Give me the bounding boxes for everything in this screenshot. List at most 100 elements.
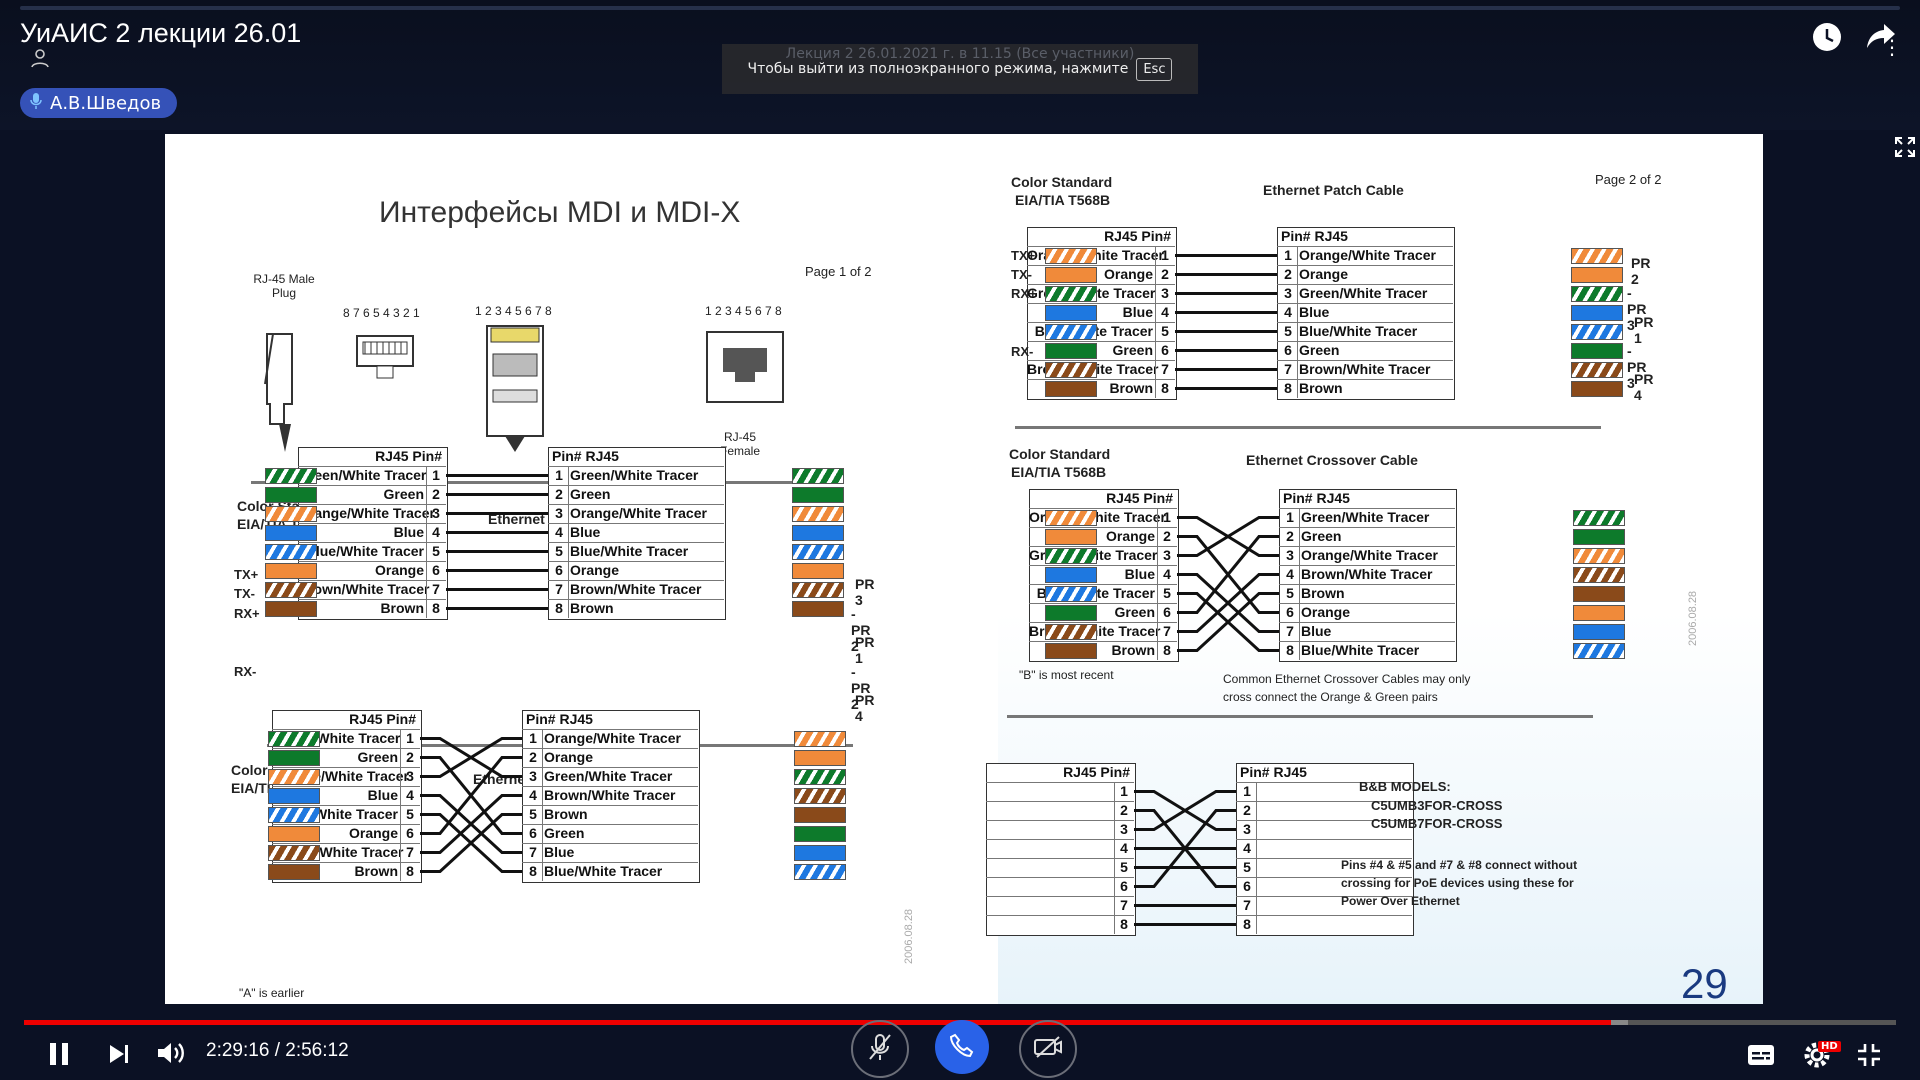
- standard-b-cross-label: EIA/TIA T568B: [1011, 464, 1107, 480]
- clock-icon[interactable]: [1812, 22, 1842, 56]
- wire-swatch-left: [1045, 286, 1097, 302]
- left-pin-number: 1: [406, 730, 414, 746]
- pin-col-sep: [400, 748, 401, 767]
- plug-label: RJ-45 Male Plug: [253, 272, 315, 300]
- next-icon[interactable]: [108, 1044, 130, 1068]
- right-pin-color: Orange/White Tracer: [544, 730, 681, 746]
- pin-col-sep: [426, 599, 427, 618]
- wire-swatch-right: [792, 525, 844, 541]
- table-header-right: Pin# RJ45: [1283, 490, 1350, 506]
- wire-swatch-right: [1573, 548, 1625, 564]
- camera-off-button[interactable]: [1019, 1020, 1077, 1078]
- pin-col-sep: [1157, 641, 1158, 660]
- call-button[interactable]: [935, 1020, 989, 1074]
- pin-col-sep: [1155, 246, 1156, 265]
- pin-col-sep: [426, 542, 427, 561]
- pin-col-sep: [1299, 546, 1300, 565]
- right-pin-number: 4: [1286, 566, 1294, 582]
- pin-col-sep: [400, 786, 401, 805]
- wire-swatch-left: [268, 788, 320, 804]
- pin-col-sep: [568, 542, 569, 561]
- time-separator: /: [274, 1040, 280, 1061]
- time-display: 2:29:16 / 2:56:12: [206, 1040, 349, 1062]
- wire-swatch-right: [1573, 605, 1625, 621]
- right-pin-number: 5: [1286, 585, 1294, 601]
- wire-swatch-right: [1571, 305, 1623, 321]
- current-time: 2:29:16: [206, 1040, 270, 1061]
- wire-swatch-right: [794, 731, 846, 747]
- right-pin-number: 8: [1243, 916, 1251, 932]
- left-pin-number: 4: [406, 787, 414, 803]
- pin-col-sep: [1299, 584, 1300, 603]
- wire-swatch-left: [1045, 548, 1097, 564]
- pin-col-sep: [1256, 839, 1257, 858]
- wire-swatch-left: [268, 864, 320, 880]
- wire-swatch-left: [1045, 529, 1097, 545]
- left-pin-number: 5: [432, 543, 440, 559]
- wire-swatch-right: [794, 864, 846, 880]
- progress-fill[interactable]: [24, 1020, 1612, 1025]
- rj45-plug-side-illustration: [264, 333, 293, 452]
- esc-key: Esc: [1136, 57, 1173, 81]
- mic-off-button[interactable]: [851, 1020, 909, 1078]
- more-icon[interactable]: ⋮: [1882, 37, 1902, 57]
- wire-swatch-right: [1573, 586, 1625, 602]
- camera-off-icon: [1033, 1035, 1063, 1063]
- right-pin-color: Green/White Tracer: [1299, 285, 1428, 301]
- right-pin-number: 4: [555, 524, 563, 540]
- right-pin-number: 7: [555, 581, 563, 597]
- call-icon: [949, 1032, 975, 1062]
- left-pin-number: 5: [1120, 859, 1128, 875]
- right-pin-color: Green: [1301, 528, 1342, 544]
- pause-icon[interactable]: [48, 1042, 70, 1070]
- pin-col-sep: [1114, 820, 1115, 839]
- standard-b-label: EIA/TIA T568B: [1015, 192, 1111, 208]
- speaker-chip[interactable]: А.В.Шведов: [20, 88, 178, 118]
- pin-col-sep: [400, 767, 401, 786]
- exit-fullscreen-icon[interactable]: [1856, 1042, 1882, 1072]
- right-pin-number: 3: [529, 768, 537, 784]
- pin-col-sep: [1155, 379, 1156, 398]
- right-pin-color: Blue: [570, 524, 601, 540]
- wire-swatch-right: [794, 826, 846, 842]
- expand-icon[interactable]: [1894, 136, 1916, 162]
- pin-col-sep: [542, 843, 543, 862]
- wire-swatch-left: [268, 826, 320, 842]
- pin-col-sep: [1297, 265, 1298, 284]
- pin-col-sep: [1114, 915, 1115, 934]
- presentation-slide: Интерфейсы MDI и MDI-X Page 1 of 2 RJ-45…: [165, 134, 1763, 1004]
- right-pin-number: 5: [529, 806, 537, 822]
- date-stamp-right: 2006.08.28: [1687, 590, 1699, 646]
- wire-swatch-right: [792, 506, 844, 522]
- hd-badge: HD: [1818, 1041, 1841, 1052]
- right-pin-color: Brown/White Tracer: [1301, 566, 1433, 582]
- volume-icon[interactable]: [156, 1040, 186, 1070]
- right-pin-number: 7: [1284, 361, 1292, 377]
- left-pin-number: 1: [432, 467, 440, 483]
- left-pin-number: 3: [1161, 285, 1169, 301]
- pin-col-sep: [1157, 584, 1158, 603]
- right-pin-color: Blue/White Tracer: [570, 543, 689, 559]
- captions-icon[interactable]: [1747, 1044, 1775, 1070]
- right-pin-color: Green: [544, 825, 585, 841]
- pin-col-sep: [1297, 379, 1298, 398]
- signal-label-rxp: RX+: [1011, 286, 1037, 301]
- right-pin-color: Brown/White Tracer: [544, 787, 676, 803]
- left-pin-number: 1: [1120, 783, 1128, 799]
- table-header-left: RJ45 Pin#: [375, 448, 442, 464]
- left-pin-number: 4: [1163, 566, 1171, 582]
- table-row-divider: [986, 820, 1134, 821]
- user-icon[interactable]: [30, 48, 50, 72]
- wire-swatch-right: [794, 845, 846, 861]
- table-row-divider: [1236, 839, 1412, 840]
- left-pin-number: 2: [1163, 528, 1171, 544]
- table-row-divider: [986, 801, 1134, 802]
- pin-col-sep: [1299, 622, 1300, 641]
- right-pin-number: 3: [555, 505, 563, 521]
- page-left-label: Page 1 of 2: [805, 264, 872, 279]
- table-row-divider: [986, 782, 1134, 783]
- left-pin-number: 8: [406, 863, 414, 879]
- left-pin-number: 7: [432, 581, 440, 597]
- wire-swatch-right: [1571, 324, 1623, 340]
- pin-col-sep: [1299, 641, 1300, 660]
